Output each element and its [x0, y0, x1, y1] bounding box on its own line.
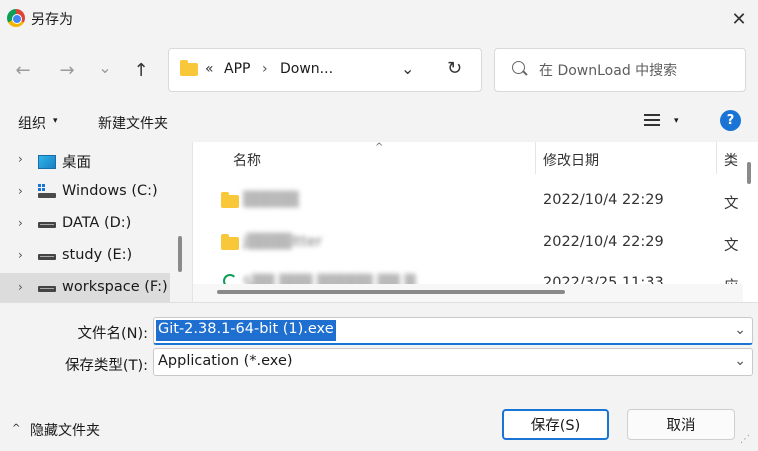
refresh-button[interactable]: ↻	[447, 58, 462, 79]
address-bar[interactable]: « APP › Down... ⌄ ↻	[168, 48, 482, 92]
sort-ascending-icon: ^	[375, 142, 384, 153]
resize-grip-icon[interactable]: ⋰	[740, 434, 754, 448]
sidebar-item-label: Windows (C:)	[62, 183, 158, 199]
sidebar-item-data-d[interactable]: › DATA (D:)	[0, 209, 170, 239]
chevron-right-icon[interactable]: ›	[18, 280, 23, 294]
file-date: 2022/10/4 22:29	[543, 192, 664, 208]
help-icon[interactable]: ?	[720, 110, 741, 131]
window-title: 另存为	[31, 12, 73, 28]
sidebar-item-label: 桌面	[62, 155, 91, 171]
drive-icon	[38, 222, 56, 228]
sidebar-item-label: DATA (D:)	[62, 215, 132, 231]
search-icon	[512, 61, 525, 74]
breadcrumb-overflow[interactable]: «	[205, 61, 214, 77]
app-icon	[223, 274, 237, 284]
filetype-label: 保存类型(T):	[64, 358, 148, 374]
file-list: 名称 ^ 修改日期 类 ▒▒▒▒▒ 2022/10/4 22:29 文 j▒▒▒…	[192, 142, 758, 302]
chevron-right-icon[interactable]: ›	[18, 184, 23, 198]
column-header-modified[interactable]: 修改日期	[543, 150, 599, 170]
view-options-icon[interactable]	[644, 114, 660, 128]
back-button[interactable]: ←	[8, 55, 38, 85]
file-type: 文	[724, 238, 739, 254]
close-button[interactable]: ✕	[720, 0, 758, 38]
column-divider[interactable]	[716, 142, 717, 174]
drive-icon	[38, 286, 56, 292]
folder-icon	[221, 234, 239, 250]
sidebar-item-workspace-f[interactable]: › workspace (F:)	[0, 273, 170, 303]
forward-button[interactable]: →	[52, 55, 82, 85]
vertical-scrollbar[interactable]	[747, 162, 751, 184]
file-row[interactable]: ▒▒▒▒▒ 2022/10/4 22:29 文	[193, 184, 743, 216]
column-header-name[interactable]: 名称	[233, 150, 261, 170]
sidebar-item-windows-c[interactable]: › Windows (C:)	[0, 177, 170, 207]
chrome-icon	[7, 9, 25, 27]
save-button[interactable]: 保存(S)	[502, 409, 609, 440]
file-date: 2022/10/4 22:29	[543, 234, 664, 250]
file-type: 应	[724, 275, 739, 284]
horizontal-scrollbar[interactable]	[217, 290, 565, 294]
filename-value[interactable]: Git-2.38.1-64-bit (1).exe	[156, 320, 336, 341]
organize-menu[interactable]: 组织	[18, 113, 46, 133]
chevron-right-icon[interactable]: ›	[18, 152, 23, 166]
drive-icon	[38, 254, 56, 260]
address-dropdown-button[interactable]: ⌄	[401, 59, 414, 78]
search-input[interactable]	[539, 59, 739, 83]
sidebar-scrollbar[interactable]	[178, 236, 182, 272]
column-divider[interactable]	[535, 142, 536, 174]
breadcrumb-download[interactable]: Down...	[280, 61, 333, 77]
chevron-right-icon[interactable]: ›	[18, 248, 23, 262]
sidebar-item-desktop[interactable]: › 桌面	[0, 145, 170, 175]
chevron-down-icon[interactable]: ⌄	[734, 322, 746, 338]
file-name: S▒▒ ▒▒▒ ▒▒▒▒▒ ▒▒ ▒	[243, 275, 416, 284]
breadcrumb-separator[interactable]: ›	[262, 61, 268, 77]
column-header-type[interactable]: 类	[724, 150, 738, 170]
up-button[interactable]: ↑	[126, 55, 156, 85]
view-options-dropdown[interactable]: ▾	[674, 116, 679, 126]
recent-locations-button[interactable]: ⌄	[90, 52, 120, 82]
search-box[interactable]	[494, 48, 746, 92]
navigation-pane: › 桌面 › Windows (C:) › DATA (D:) › study …	[0, 142, 190, 303]
file-name: ▒▒▒▒▒	[243, 192, 299, 208]
chevron-right-icon[interactable]: ›	[18, 216, 23, 230]
desktop-icon	[38, 155, 56, 169]
save-form: 文件名(N): Git-2.38.1-64-bit (1).exe ⌄ 保存类型…	[0, 302, 758, 451]
filetype-value: Application (*.exe)	[158, 353, 293, 369]
sidebar-item-study-e[interactable]: › study (E:)	[0, 241, 170, 271]
file-name: j▒▒▒▒ltter	[243, 234, 322, 250]
filetype-select[interactable]: Application (*.exe) ⌄	[153, 348, 753, 376]
caret-down-icon: ▾	[53, 116, 58, 126]
folder-icon	[180, 60, 198, 76]
chevron-up-icon[interactable]: ^	[12, 423, 20, 434]
filename-label: 文件名(N):	[77, 326, 148, 342]
file-type: 文	[724, 196, 739, 212]
folder-icon	[221, 192, 239, 208]
sidebar-item-label: study (E:)	[62, 247, 133, 263]
sidebar-item-label: workspace (F:)	[62, 279, 168, 295]
file-row[interactable]: j▒▒▒▒ltter 2022/10/4 22:29 文	[193, 226, 743, 258]
windows-drive-icon	[38, 184, 56, 199]
file-date: 2022/3/25 11:33	[543, 275, 664, 284]
filename-field[interactable]: Git-2.38.1-64-bit (1).exe ⌄	[153, 317, 753, 345]
title-bar: 另存为 ✕	[0, 0, 758, 38]
cancel-button[interactable]: 取消	[627, 409, 735, 440]
hide-folders-toggle[interactable]: 隐藏文件夹	[30, 420, 100, 440]
breadcrumb-app[interactable]: APP	[224, 61, 250, 77]
chevron-down-icon[interactable]: ⌄	[734, 353, 746, 369]
new-folder-button[interactable]: 新建文件夹	[98, 113, 168, 133]
file-row[interactable]: S▒▒ ▒▒▒ ▒▒▒▒▒ ▒▒ ▒ 2022/3/25 11:33 应	[193, 267, 743, 284]
